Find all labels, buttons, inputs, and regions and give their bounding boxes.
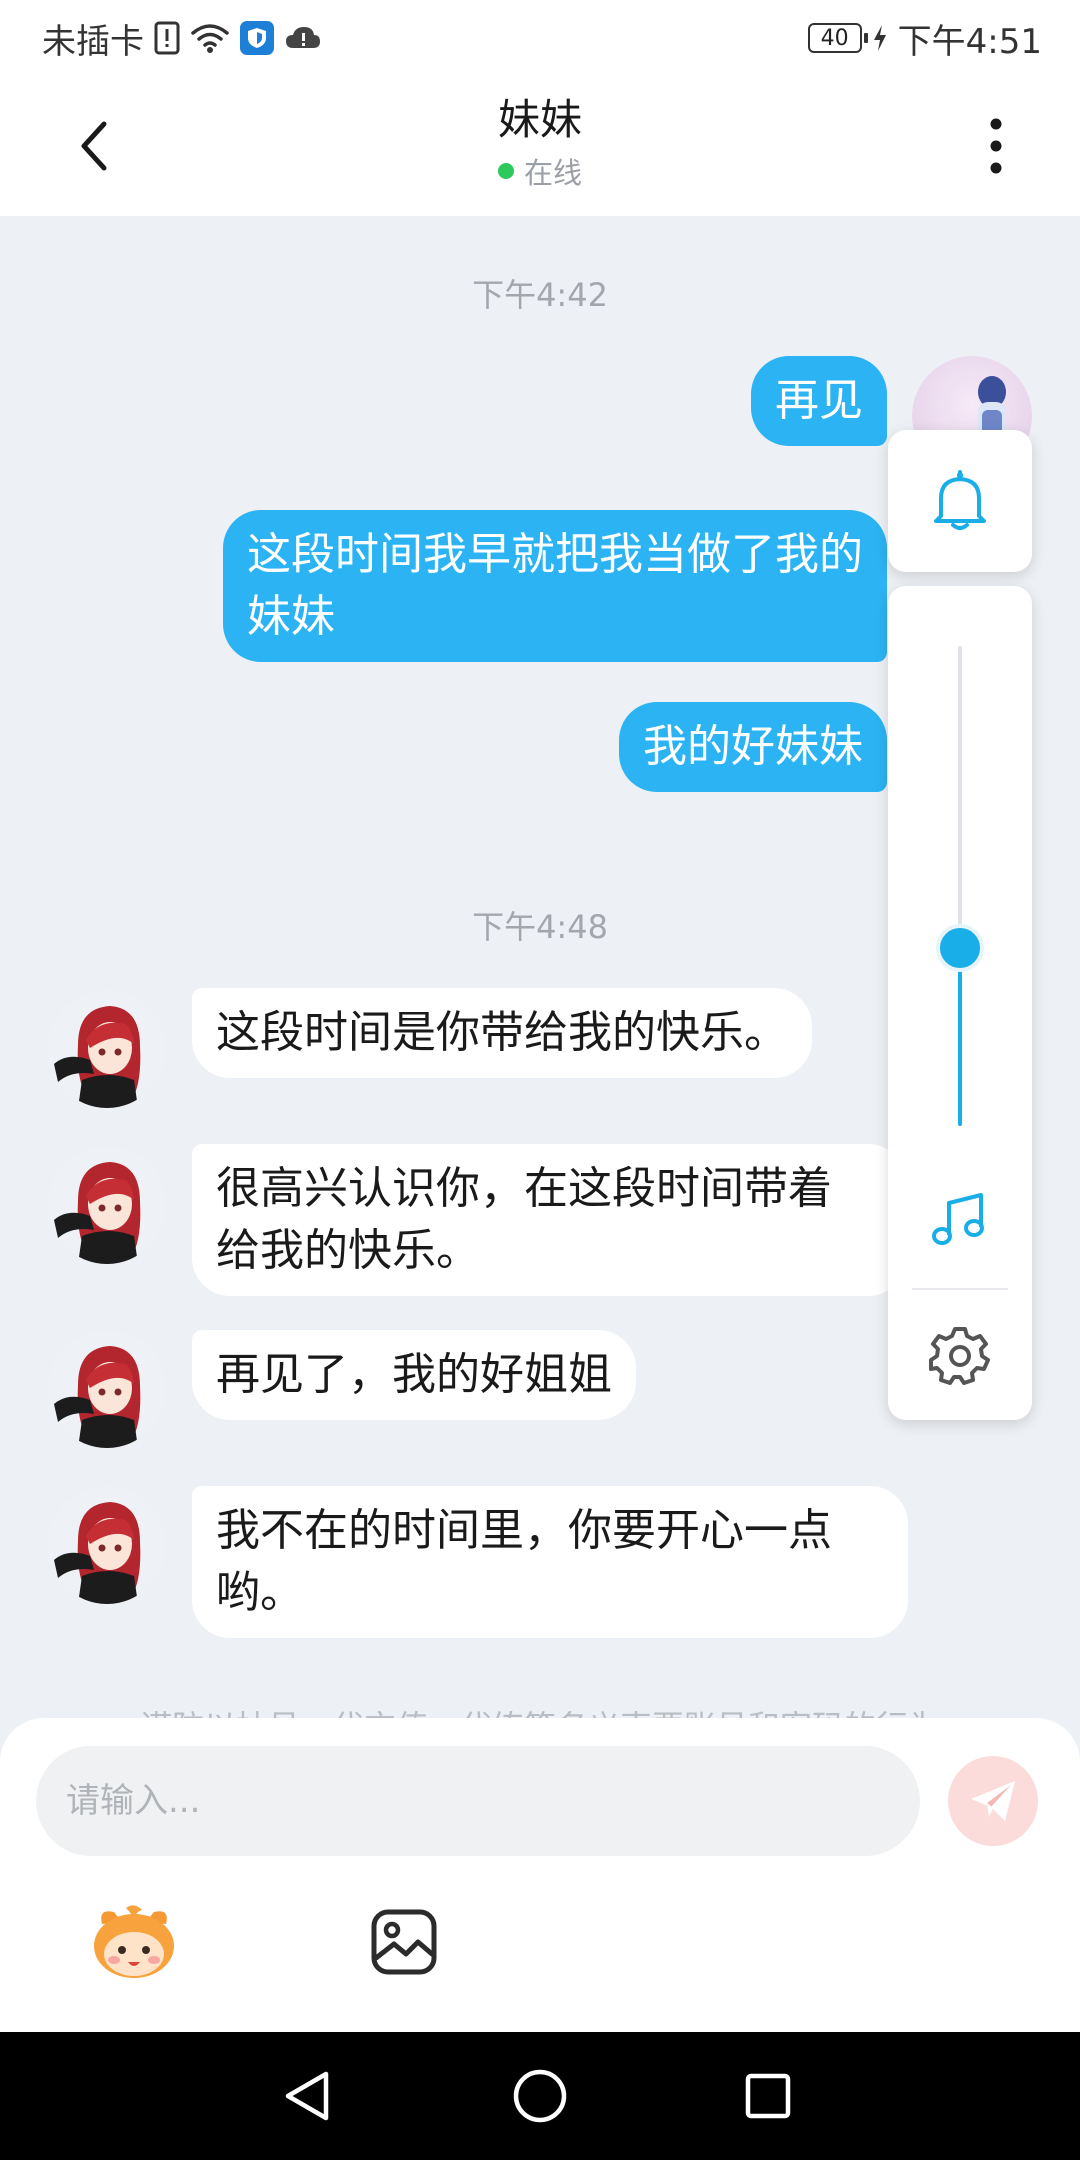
- status-left: 未插卡: [42, 14, 322, 63]
- cloud-icon: [284, 24, 322, 52]
- message-bubble-outgoing[interactable]: 这段时间我早就把我当做了我的 妹妹: [223, 510, 887, 662]
- message-bubble-outgoing[interactable]: 再见: [751, 356, 887, 446]
- settings-button[interactable]: [924, 1320, 996, 1392]
- message-bubble-outgoing[interactable]: 我的好妹妹: [619, 702, 887, 792]
- message-line: 哟。: [216, 1567, 304, 1618]
- triangle-back-icon: [285, 2071, 329, 2121]
- volume-slider[interactable]: [936, 646, 984, 1126]
- emoji-button[interactable]: [86, 1894, 182, 1990]
- message-line: 我不在的时间里，你要开心一点: [216, 1505, 832, 1556]
- nav-back-button[interactable]: [272, 2060, 344, 2132]
- send-icon: [971, 1781, 1015, 1821]
- message-bubble-incoming[interactable]: 再见了，我的好姐姐: [192, 1330, 636, 1420]
- message-bubble-incoming[interactable]: 很高兴认识你，在这段时间带着 给我的快乐。: [192, 1144, 906, 1296]
- volume-slider-fill: [958, 948, 962, 1126]
- charging-icon: [872, 24, 888, 52]
- sim-alert-icon: [154, 21, 180, 55]
- status-time: 下午4:51: [897, 21, 1042, 62]
- music-button[interactable]: [924, 1184, 996, 1256]
- online-status: 在线: [0, 150, 1080, 192]
- notification-button[interactable]: [888, 430, 1032, 572]
- gear-icon: [929, 1327, 990, 1385]
- chat-header: 妹妹 在线: [0, 76, 1080, 216]
- contact-avatar[interactable]: [48, 1486, 166, 1604]
- online-dot-icon: [497, 163, 514, 179]
- input-area: [0, 1718, 1080, 2032]
- message-line: 给我的快乐。: [216, 1225, 480, 1276]
- message-line: 很高兴认识你，在这段时间带着: [216, 1163, 832, 1214]
- message-bubble-incoming[interactable]: 我不在的时间里，你要开心一点 哟。: [192, 1486, 908, 1638]
- send-button[interactable]: [948, 1756, 1038, 1846]
- circle-home-icon: [513, 2069, 567, 2123]
- image-icon: [371, 1909, 437, 1975]
- carrier-text: 未插卡: [42, 21, 144, 62]
- more-button[interactable]: [960, 110, 1032, 182]
- status-bar: 未插卡 40 下午4:51: [0, 0, 1080, 76]
- chat-title: 妹妹: [497, 95, 582, 144]
- message-input[interactable]: [36, 1746, 920, 1856]
- title-block: 妹妹 在线: [0, 94, 1080, 192]
- contact-avatar[interactable]: [48, 990, 166, 1108]
- volume-slider-thumb[interactable]: [936, 924, 984, 972]
- shield-icon: [240, 21, 274, 55]
- battery-indicator: 40: [807, 23, 868, 53]
- contact-avatar[interactable]: [48, 1146, 166, 1264]
- status-right: 40 下午4:51: [807, 14, 1042, 63]
- panel-divider: [912, 1288, 1008, 1290]
- wifi-icon: [190, 22, 230, 54]
- music-note-icon: [932, 1193, 984, 1245]
- message-line: 这段时间我早就把我当做了我的: [247, 529, 863, 580]
- side-control-panel: [888, 586, 1032, 1420]
- contact-avatar[interactable]: [48, 1330, 166, 1448]
- emoji-mascot-icon: [94, 1905, 174, 1978]
- bell-icon: [934, 470, 986, 530]
- image-button[interactable]: [356, 1894, 452, 1990]
- nav-recents-button[interactable]: [732, 2060, 804, 2132]
- message-line: 妹妹: [247, 591, 335, 642]
- system-navigation-bar: [0, 2032, 1080, 2160]
- timestamp-label: 下午4:42: [472, 276, 608, 314]
- message-bubble-incoming[interactable]: 这段时间是你带给我的快乐。: [192, 988, 812, 1078]
- nav-home-button[interactable]: [504, 2060, 576, 2132]
- more-vertical-icon: [990, 118, 1002, 174]
- online-status-text: 在线: [523, 156, 582, 190]
- square-recents-icon: [745, 2073, 791, 2119]
